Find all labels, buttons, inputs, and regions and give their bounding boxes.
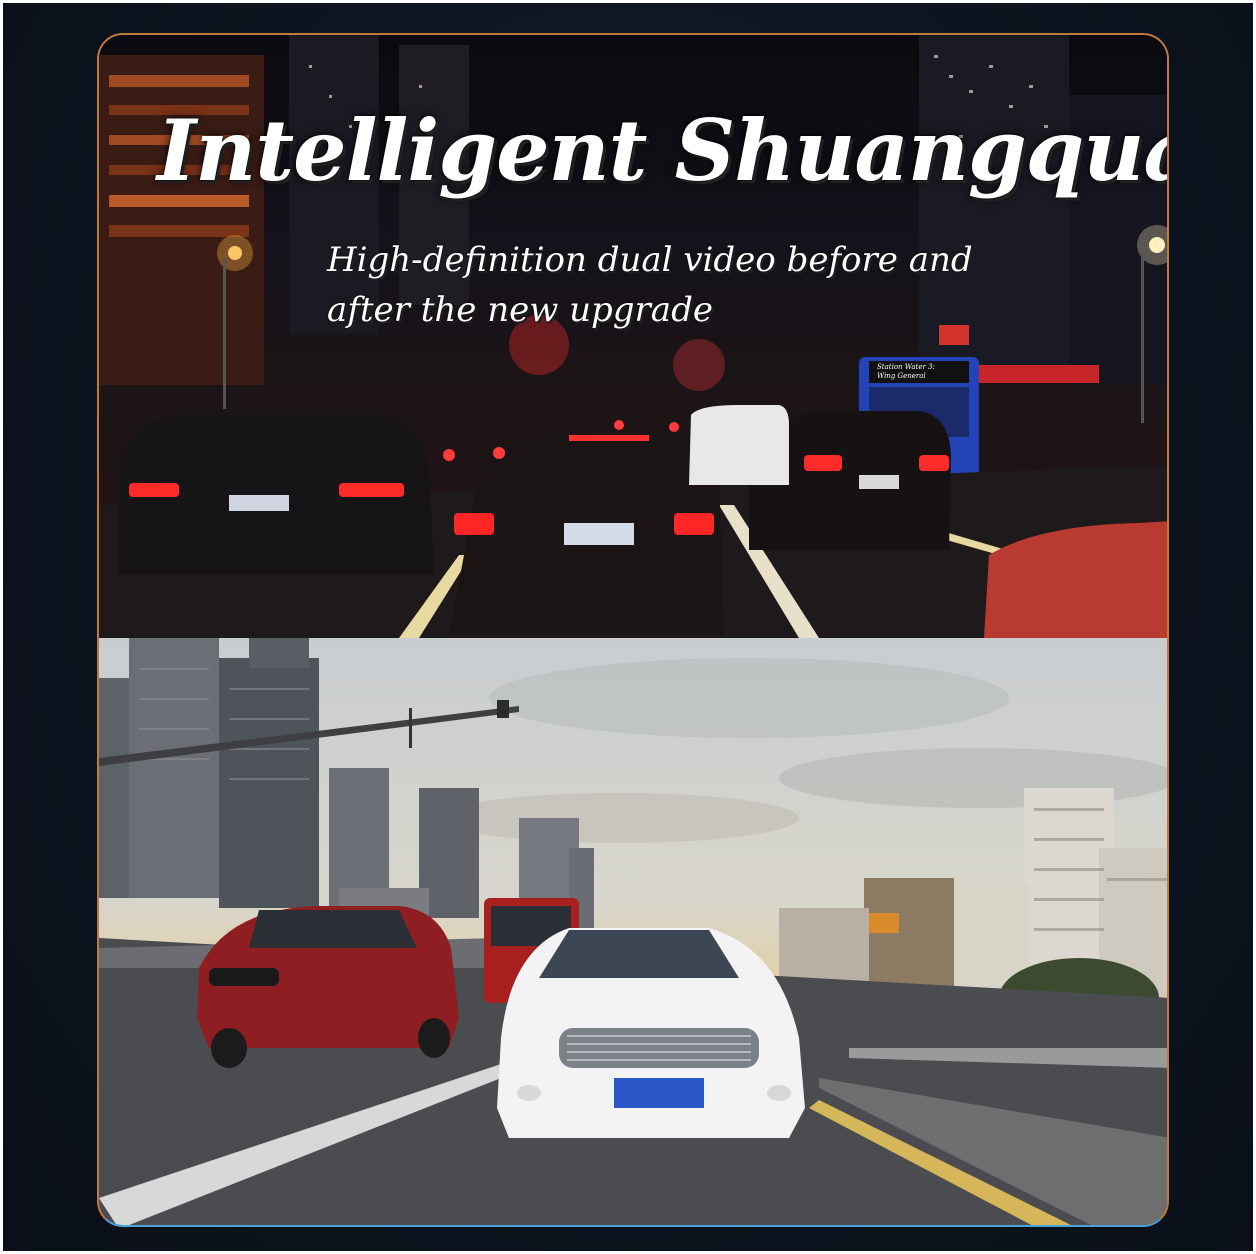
day-scene-graphic xyxy=(99,638,1167,1225)
banner-subtitle: High-definition dual video before and af… xyxy=(327,240,973,330)
day-rear-view xyxy=(99,638,1167,1225)
night-front-view: Intelligent Shuangquan High-definition d… xyxy=(99,35,1167,638)
bus-destination-sign: Station Water 3: Wing General xyxy=(877,363,935,380)
product-image-panel: Intelligent Shuangquan High-definition d… xyxy=(97,33,1169,1227)
banner-title: Intelligent Shuangquan xyxy=(157,101,1167,200)
page-frame: Intelligent Shuangquan High-definition d… xyxy=(3,3,1253,1251)
